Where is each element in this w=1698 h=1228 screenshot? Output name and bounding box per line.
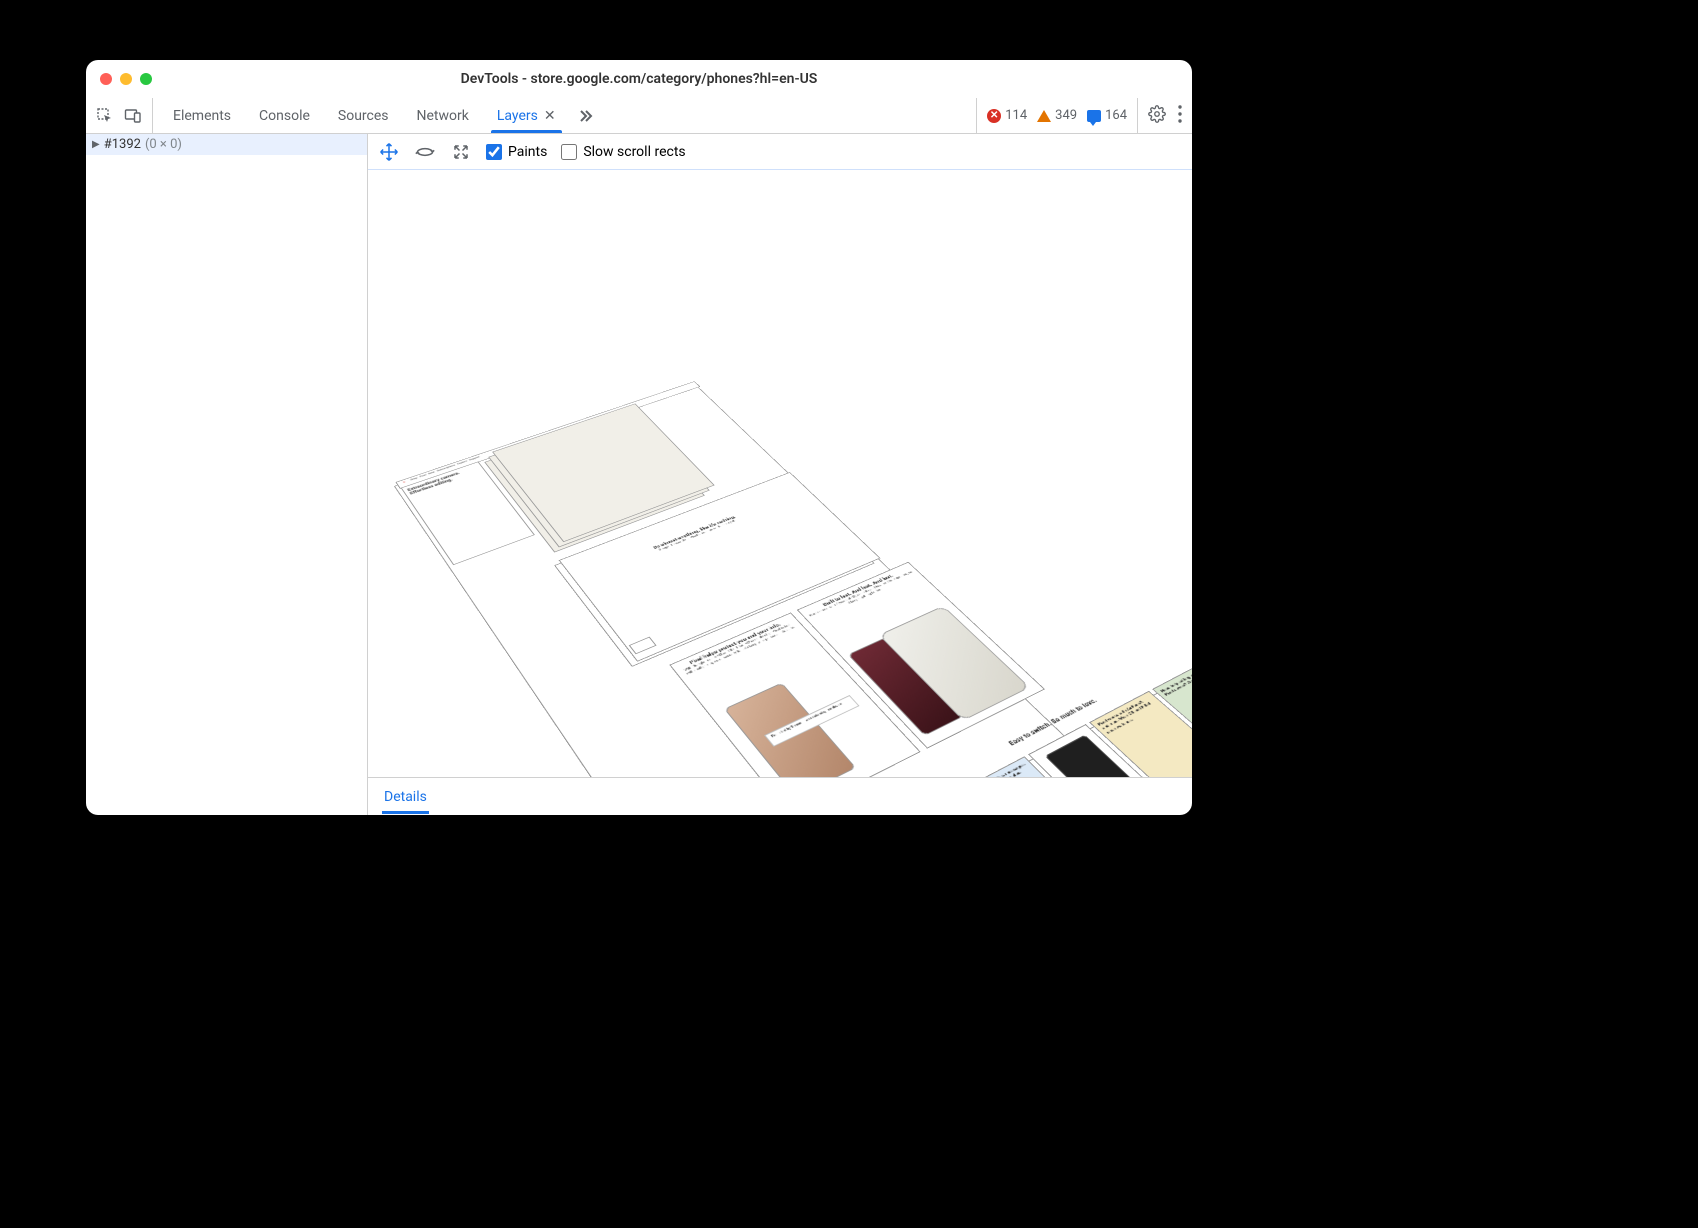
- messages-counter[interactable]: 164: [1087, 108, 1127, 123]
- panel-tabs: Elements Console Sources Network Layers …: [153, 98, 976, 133]
- close-window-button[interactable]: [100, 73, 112, 85]
- errors-counter[interactable]: ✕ 114: [987, 108, 1027, 123]
- details-drawer: Details: [368, 777, 1192, 815]
- tab-console[interactable]: Console: [245, 98, 324, 133]
- composited-layer[interactable]: [488, 409, 710, 548]
- slow-scroll-checkbox[interactable]: Slow scroll rects: [561, 144, 685, 160]
- status-counters: ✕ 114 349 164: [976, 98, 1137, 133]
- tab-network[interactable]: Network: [403, 98, 483, 133]
- warnings-counter[interactable]: 349: [1037, 108, 1077, 123]
- tab-elements-label: Elements: [173, 108, 231, 124]
- paints-label: Paints: [508, 144, 547, 160]
- tab-elements[interactable]: Elements: [159, 98, 245, 133]
- toolbar-left-icons: [86, 98, 153, 133]
- layer-dimensions: (0 × 0): [145, 137, 182, 152]
- composited-layer[interactable]: [484, 414, 705, 553]
- reset-view-icon[interactable]: [450, 141, 472, 163]
- composited-layer[interactable]: G Shop Pixel Nest Subscriptions Explore …: [395, 381, 700, 489]
- traffic-lights: [100, 73, 152, 85]
- inspect-element-icon[interactable]: [96, 107, 114, 125]
- slow-scroll-checkbox-input[interactable]: [561, 144, 577, 160]
- errors-count: 114: [1005, 108, 1027, 123]
- tab-layers-label: Layers: [497, 108, 538, 124]
- close-icon[interactable]: ✕: [544, 108, 556, 124]
- layer-id: #1392: [104, 137, 141, 152]
- messages-count: 164: [1105, 108, 1127, 123]
- layers-3d-canvas[interactable]: G Shop Pixel Nest Subscriptions Explore …: [368, 170, 1192, 777]
- minimize-window-button[interactable]: [120, 73, 132, 85]
- layer-tree-row[interactable]: ▶ #1392 (0 × 0): [86, 134, 367, 155]
- more-tabs-button[interactable]: [570, 98, 602, 133]
- rotate-mode-icon[interactable]: [414, 141, 436, 163]
- details-tab-label: Details: [384, 789, 427, 805]
- devtools-window: DevTools - store.google.com/category/pho…: [86, 60, 1192, 815]
- toolbar-far-right: [1137, 98, 1192, 133]
- composited-layer[interactable]: Extraordinary camera. Effortless editing…: [401, 461, 535, 565]
- panel-content: ▶ #1392 (0 × 0) Paints: [86, 134, 1192, 815]
- zoom-window-button[interactable]: [140, 73, 152, 85]
- layers-sidebar[interactable]: ▶ #1392 (0 × 0): [86, 134, 368, 815]
- settings-icon[interactable]: [1148, 105, 1166, 127]
- more-options-icon[interactable]: [1178, 105, 1182, 127]
- tab-sources[interactable]: Sources: [324, 98, 403, 133]
- details-tab[interactable]: Details: [382, 780, 429, 814]
- tab-layers[interactable]: Layers ✕: [483, 98, 570, 133]
- window-titlebar: DevTools - store.google.com/category/pho…: [86, 60, 1192, 98]
- pan-mode-icon[interactable]: [378, 141, 400, 163]
- window-title: DevTools - store.google.com/category/pho…: [86, 71, 1192, 87]
- device-toolbar-icon[interactable]: [124, 107, 142, 125]
- main-toolbar: Elements Console Sources Network Layers …: [86, 98, 1192, 134]
- layers-toolbar: Paints Slow scroll rects: [368, 134, 1192, 170]
- slow-scroll-label: Slow scroll rects: [583, 144, 685, 160]
- error-icon: ✕: [987, 109, 1001, 123]
- hero-title: Extraordinary camera. Effortless editing…: [407, 465, 481, 496]
- warning-icon: [1037, 110, 1051, 122]
- warnings-count: 349: [1055, 108, 1077, 123]
- card-help-title: Need help setting up your Pixel device? …: [1160, 665, 1192, 698]
- composited-layer[interactable]: [492, 403, 715, 542]
- disclosure-triangle-icon[interactable]: ▶: [92, 139, 100, 150]
- tab-console-label: Console: [259, 108, 310, 124]
- layers-main: Paints Slow scroll rects G Shop Pixel Ne…: [368, 134, 1192, 815]
- message-icon: [1087, 110, 1101, 122]
- anything-title: Do almost anything, like it's nothing.: [577, 488, 806, 580]
- paints-checkbox[interactable]: Paints: [486, 144, 547, 160]
- paints-checkbox-input[interactable]: [486, 144, 502, 160]
- tab-sources-label: Sources: [338, 108, 389, 124]
- tab-network-label: Network: [417, 108, 469, 124]
